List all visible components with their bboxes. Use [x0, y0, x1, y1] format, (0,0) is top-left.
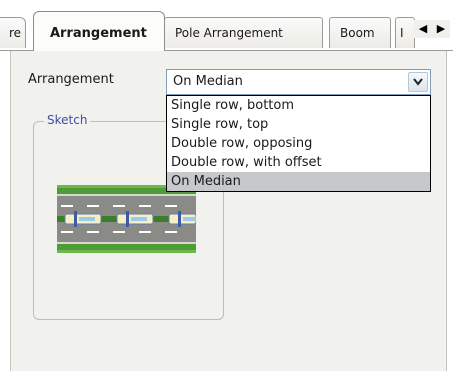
chevron-down-icon[interactable]: [408, 72, 428, 92]
tab-scroll-left-icon[interactable]: ◀: [414, 20, 432, 38]
dropdown-option[interactable]: Double row, opposing: [167, 134, 430, 153]
tab-previous-partial[interactable]: re: [0, 17, 26, 48]
tab-pole-arrangement[interactable]: Pole Arrangement: [164, 17, 323, 48]
dropdown-option[interactable]: Single row, bottom: [167, 96, 430, 115]
sketch-title: Sketch: [44, 113, 91, 127]
arrangement-value: On Median: [173, 74, 243, 89]
tab-boom[interactable]: Boom: [329, 17, 391, 48]
tab-strip: re Pole Arrangement Boom I Arrangement ◀…: [0, 0, 453, 51]
dropdown-option[interactable]: Double row, with offset: [167, 153, 430, 172]
tab-next-partial[interactable]: I: [395, 17, 415, 48]
dropdown-option[interactable]: Single row, top: [167, 115, 430, 134]
tab-arrangement[interactable]: Arrangement: [33, 11, 165, 51]
median-arrangement-sketch: [57, 185, 196, 253]
arrangement-label: Arrangement: [28, 72, 114, 87]
tab-scroll-right-icon[interactable]: ▶: [432, 20, 450, 38]
dropdown-option-selected[interactable]: On Median: [167, 172, 430, 191]
arrangement-dropdown-list[interactable]: Single row, bottom Single row, top Doubl…: [166, 95, 431, 192]
arrangement-combobox[interactable]: On Median: [166, 69, 431, 95]
